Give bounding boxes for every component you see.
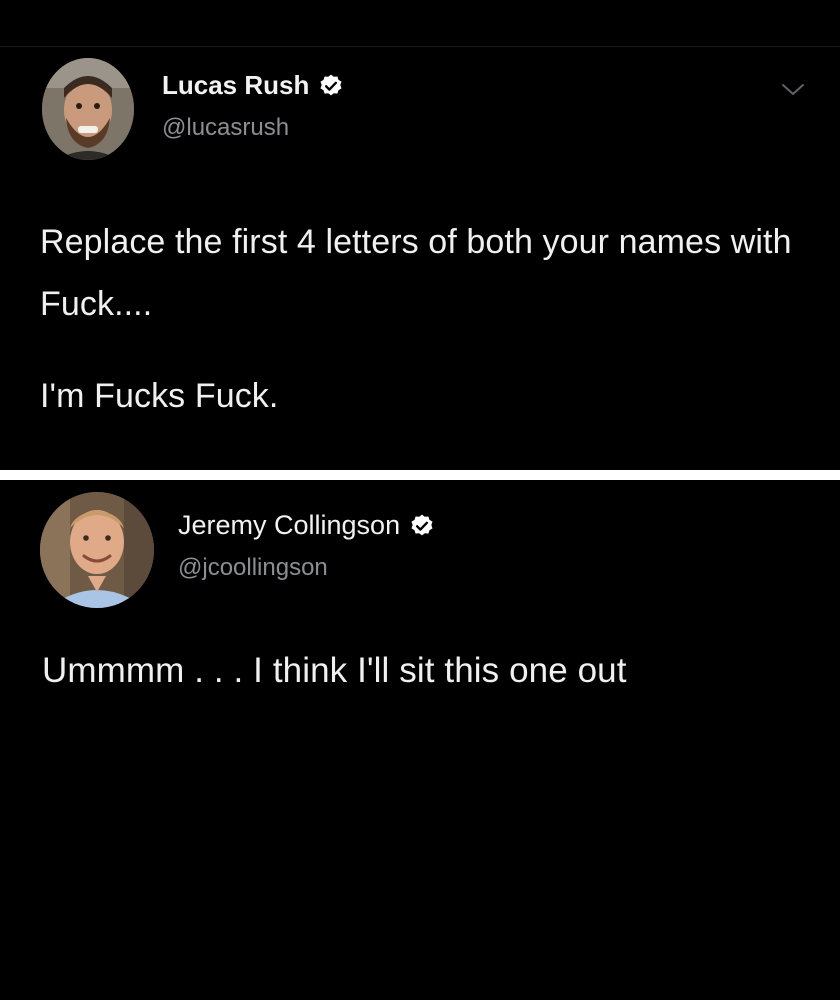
tweet-text: Ummmm . . . I think I'll sit this one ou… xyxy=(42,651,627,690)
avatar[interactable] xyxy=(40,492,154,608)
avatar-photo xyxy=(42,58,134,160)
verified-badge-icon xyxy=(320,74,342,95)
tweet-jeremy-collingson[interactable]: Jeremy Collingson @jcoollingson Ummmm . … xyxy=(0,480,840,1000)
handle[interactable]: @jcoollingson xyxy=(178,554,328,582)
tweet-text: Replace the first 4 letters of both your… xyxy=(40,223,792,323)
divider xyxy=(0,470,840,480)
avatar-photo xyxy=(40,492,154,608)
chevron-down-icon[interactable] xyxy=(780,82,806,98)
display-name[interactable]: Lucas Rush xyxy=(162,70,309,101)
verified-badge-icon xyxy=(411,514,433,535)
handle[interactable]: @lucasrush xyxy=(162,114,289,142)
avatar[interactable] xyxy=(42,58,134,160)
tweet-lucas-rush[interactable]: Lucas Rush @lucasrush Replace the first … xyxy=(0,0,840,470)
author-name-row[interactable]: Jeremy Collingson xyxy=(178,510,435,541)
tweet-text: I'm Fucks Fuck. xyxy=(40,377,279,415)
author-name-row[interactable]: Lucas Rush xyxy=(162,70,344,101)
display-name[interactable]: Jeremy Collingson xyxy=(178,510,400,541)
